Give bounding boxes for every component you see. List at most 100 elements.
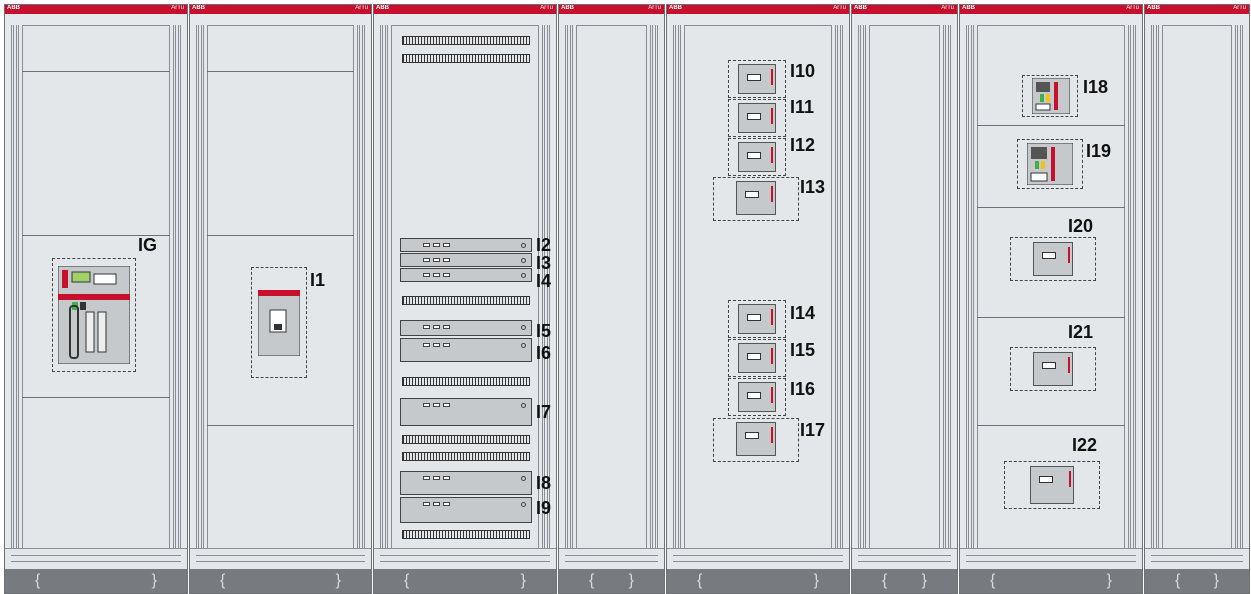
tray-slot — [423, 273, 430, 277]
tray-slot — [443, 343, 450, 347]
label-i14: I14 — [790, 303, 816, 323]
tray-slot — [443, 243, 450, 247]
vent-grille — [402, 54, 530, 63]
plinth: {} — [852, 569, 957, 593]
breaker-window — [1042, 252, 1056, 259]
breaker-trip-strip — [1068, 357, 1070, 373]
tray-slot — [433, 258, 440, 262]
cabinet-header: ABB ArTu — [559, 5, 664, 14]
frame-rail — [943, 25, 946, 549]
tray-knob — [521, 502, 526, 507]
frame-rail — [196, 25, 199, 549]
frame-rail — [385, 25, 388, 549]
breaker-trip-strip — [1068, 247, 1070, 263]
switchboard-front-view: ABB ArTu {} ABB ArTu {} ABB ArTu {} ABB … — [0, 0, 1251, 594]
door-panel — [576, 25, 647, 549]
plinth-top — [190, 548, 371, 569]
vent-grille — [402, 296, 530, 305]
plinth-line — [673, 555, 843, 556]
label-ig: IG — [138, 235, 158, 255]
breaker-window — [745, 191, 759, 198]
tray-knob — [521, 343, 526, 348]
breaker-i15 — [738, 343, 776, 373]
door-divider — [207, 425, 354, 426]
plinth-brace: } — [921, 572, 927, 589]
vent-grille — [402, 435, 530, 444]
tray-slot — [423, 243, 430, 247]
frame-rail — [948, 25, 951, 549]
frame-rail — [673, 25, 676, 549]
label-i10: I10 — [790, 61, 816, 81]
cabinet-4: ABB ArTu {} — [558, 4, 665, 594]
vent-grille — [402, 452, 530, 461]
series-label: ArTu — [355, 5, 368, 11]
breaker-trip-strip — [771, 186, 773, 202]
feeder-tray-i3 — [400, 253, 532, 267]
tray-slot — [433, 325, 440, 329]
frame-rail — [380, 25, 383, 549]
feeder-tray-i8 — [400, 471, 532, 495]
label-i12: I12 — [790, 135, 816, 155]
door-panel — [1162, 25, 1232, 549]
plinth-line — [196, 561, 365, 562]
cabinet-header: ABB ArTu — [1145, 5, 1249, 14]
plinth-top — [667, 548, 849, 569]
frame-rail — [1156, 25, 1159, 549]
plinth-line — [858, 561, 951, 562]
frame-rail — [357, 25, 360, 549]
plinth: {} — [559, 569, 664, 593]
breaker-trip-strip — [1069, 471, 1071, 487]
frame-rail — [16, 25, 19, 549]
brand-logo: ABB — [1147, 5, 1160, 11]
label-i5: I5 — [536, 321, 552, 341]
switch-disconnector-icon — [1032, 78, 1070, 114]
plinth-line — [858, 555, 951, 556]
breaker-trip-strip — [771, 69, 773, 85]
cabinet-header: ABB ArTu — [374, 5, 556, 14]
frame-rail — [971, 25, 974, 549]
label-i16: I16 — [790, 379, 816, 399]
plinth: {} — [374, 569, 556, 593]
tray-slot — [443, 325, 450, 329]
label-i1: I1 — [310, 270, 326, 290]
breaker-i12 — [738, 142, 776, 172]
breaker-window — [747, 314, 761, 321]
plinth-line — [196, 555, 365, 556]
plinth-brace: { — [220, 572, 226, 589]
brand-logo: ABB — [7, 5, 20, 11]
plinth-line — [380, 561, 550, 562]
breaker-i14 — [738, 304, 776, 334]
frame-rail — [173, 25, 176, 549]
breaker-window — [745, 432, 759, 439]
plinth-brace: { — [404, 572, 410, 589]
cabinet-8: ABB ArTu {} — [1144, 4, 1250, 594]
plinth: {} — [190, 569, 371, 593]
cabinet-header: ABB ArTu — [667, 5, 849, 14]
feeder-tray-i2 — [400, 238, 532, 252]
door-divider — [977, 125, 1125, 126]
breaker-window — [747, 353, 761, 360]
breaker-window — [1039, 476, 1053, 483]
plinth-brace: { — [990, 572, 996, 589]
breaker-window — [1042, 362, 1056, 369]
frame-rail — [655, 25, 658, 549]
tray-slot — [423, 502, 430, 506]
feeder-tray-i7 — [400, 398, 532, 426]
plinth-line — [1151, 555, 1243, 556]
tray-slot — [433, 403, 440, 407]
frame-rail — [1240, 25, 1243, 549]
door-panel — [869, 25, 940, 549]
tray-slot — [423, 325, 430, 329]
breaker-trip-strip — [771, 427, 773, 443]
brand-logo: ABB — [669, 5, 682, 11]
cabinet-header: ABB ArTu — [5, 5, 187, 14]
tray-slot — [443, 403, 450, 407]
frame-rail — [1128, 25, 1131, 549]
series-label: ArTu — [1233, 5, 1246, 11]
plinth-brace: } — [520, 572, 526, 589]
tray-slot — [443, 258, 450, 262]
feeder-tray-i5 — [400, 320, 532, 336]
feeder-tray-i4 — [400, 268, 532, 282]
tray-slot — [423, 476, 430, 480]
frame-rail — [362, 25, 365, 549]
